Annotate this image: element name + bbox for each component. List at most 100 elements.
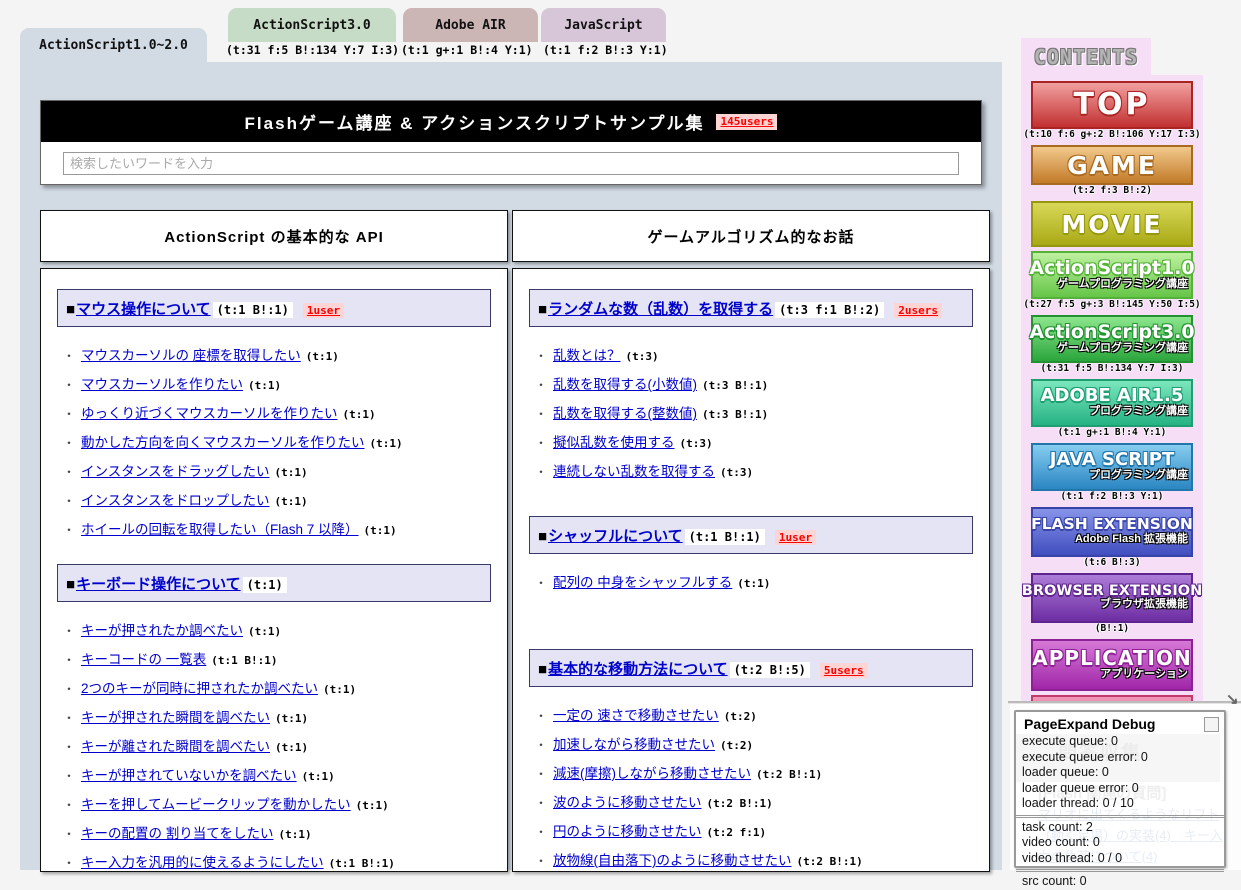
bullet-icon: ・ [535, 796, 547, 810]
topic-link[interactable]: インスタンスをドロップしたい [81, 493, 269, 508]
topic-link-row: ・2つのキーが同時に押されたか調べたい(t:1) [63, 674, 493, 703]
topic-link-row: ・波のように移動させたい (t:2 B!:1) [535, 788, 975, 817]
link-stats: (t:2 B!:1) [707, 797, 773, 810]
sidebar-button-label: MOVIE [1061, 212, 1162, 237]
topic-link[interactable]: 減速(摩擦)しながら移動させたい [553, 766, 751, 781]
topic-link[interactable]: キー入力を汎用的に使えるようにしたい [81, 855, 324, 870]
topic-link[interactable]: 連続しない乱数を取得する [553, 464, 715, 479]
topic-link[interactable]: 乱数を取得する(整数値) [553, 406, 697, 421]
sidebar-button-java-script[interactable]: JAVA SCRIPTプログラミング講座 [1031, 443, 1193, 491]
topic-link[interactable]: 円のように移動させたい [553, 824, 702, 839]
topic-link[interactable]: 配列の 中身をシャッフルする [553, 575, 732, 590]
sidebar-item: ActionScript3.0ゲームプログラミング講座(t:31 f:5 B!:… [1021, 315, 1203, 375]
sidebar-item: JAVA SCRIPTプログラミング講座(t:1 f:2 B!:3 Y:1) [1021, 443, 1203, 503]
topic-link[interactable]: キーコードの 一覧表 [81, 652, 206, 667]
hatena-users-badge[interactable]: 1user [775, 530, 816, 545]
sidebar-button-actionscript3-0[interactable]: ActionScript3.0ゲームプログラミング講座 [1031, 315, 1193, 363]
link-stats: (t:2 B!:1) [756, 768, 822, 781]
section-stats: (t:1) [243, 577, 287, 593]
tab-adobe-air[interactable]: Adobe AIR [403, 8, 538, 42]
topic-link[interactable]: マウスカーソルの 座標を取得したい [81, 348, 301, 363]
topic-link[interactable]: キーの配置の 割り当てをしたい [81, 826, 273, 841]
tab-label: ActionScript3.0 [253, 18, 370, 33]
link-stats: (t:1) [323, 683, 356, 696]
topic-link[interactable]: 擬似乱数を使用する [553, 435, 675, 450]
topic-link[interactable]: 2つのキーが同時に押されたか調べたい [81, 681, 318, 696]
topic-section: ■基本的な移動方法について(t:2 B!:5)5users・一定の 速さで移動さ… [527, 649, 975, 872]
sidebar-button-stats: (t:31 f:5 B!:134 Y:7 I:3) [1021, 363, 1203, 375]
link-stats: (t:1) [302, 770, 335, 783]
sidebar-button-actionscript1-0[interactable]: ActionScript1.0ゲームプログラミング講座 [1031, 251, 1193, 299]
debug-row: loader queue: 0 [1016, 765, 1224, 781]
sidebar: CONTENTS TOP(t:10 f:6 g+:2 B!:106 Y:17 I… [1021, 38, 1203, 703]
hatena-users-badge[interactable]: 2users [894, 303, 942, 318]
bullet-icon: ・ [63, 711, 75, 725]
topic-link[interactable]: 波のように移動させたい [553, 795, 702, 810]
topic-link-row: ・ゆっくり近づくマウスカーソルを作りたい(t:1) [63, 399, 493, 428]
topic-link[interactable]: 動かした方向を向くマウスカーソルを作りたい [81, 435, 365, 450]
section-link[interactable]: 基本的な移動方法について [548, 661, 728, 678]
sidebar-button-flash-extension[interactable]: FLASH EXTENSIONAdobe Flash 拡張機能 [1031, 507, 1193, 557]
topic-link[interactable]: 乱数を取得する(小数値) [553, 377, 697, 392]
sidebar-button-top[interactable]: TOP [1031, 81, 1193, 129]
hatena-users-badge[interactable]: 145users [716, 114, 777, 130]
tab-stats: (t:1 f:2 B!:3 Y:1) [543, 43, 668, 59]
hatena-users-badge[interactable]: 1user [303, 303, 344, 318]
link-stats: (t:3) [680, 437, 713, 450]
section-link[interactable]: マウス操作について [76, 301, 211, 318]
topic-link-row: ・キーを押してムービークリップを動かしたい(t:1) [63, 790, 493, 819]
contents-header: CONTENTS [1021, 38, 1151, 75]
topic-link-row: ・キーが押されていないかを調べたい(t:1) [63, 761, 493, 790]
tab-label: Adobe AIR [435, 18, 505, 33]
sidebar-button-movie[interactable]: MOVIE [1031, 201, 1193, 247]
search-input[interactable] [63, 152, 959, 175]
bullet-icon: ・ [63, 523, 75, 537]
section-heading: ■基本的な移動方法について(t:2 B!:5)5users [529, 649, 973, 687]
tab-actionscript1-2-active[interactable]: ActionScript1.0~2.0 [20, 28, 207, 62]
topic-link[interactable]: キーを押してムービークリップを動かしたい [81, 797, 351, 812]
sidebar-button-game[interactable]: GAME [1031, 145, 1193, 185]
section-link[interactable]: キーボード操作について [76, 576, 241, 593]
topic-link[interactable]: 一定の 速さで移動させたい [553, 708, 719, 723]
hatena-users-badge[interactable]: 5users [820, 663, 868, 678]
topic-link-row: ・配列の 中身をシャッフルする(t:1) [535, 568, 975, 597]
sidebar-button-browser-extension[interactable]: BROWSER EXTENSIONブラウザ拡張機能 [1031, 573, 1193, 623]
topic-link-row: ・放物線(自由落下)のように移動させたい(t:2 B!:1) [535, 846, 975, 872]
bullet-icon: ・ [535, 407, 547, 421]
topic-link[interactable]: ゆっくり近づくマウスカーソルを作りたい [81, 406, 338, 421]
link-stats: (t:3 B!:1) [702, 379, 768, 392]
tab-stats: (t:1 g+:1 B!:4 Y:1) [401, 43, 533, 59]
tab-actionscript3[interactable]: ActionScript3.0 [228, 8, 396, 42]
topic-link[interactable]: キーが押されたか調べたい [81, 623, 243, 638]
topic-link[interactable]: ホイールの回転を取得したい（Flash 7 以降） [81, 522, 359, 537]
link-stats: (t:1) [275, 741, 308, 754]
sidebar-button-subtitle: プログラミング講座 [1089, 470, 1188, 481]
topic-link[interactable]: キーが離された瞬間を調べたい [81, 739, 270, 754]
sidebar-button-label: ActionScript1.0 [1029, 259, 1194, 278]
link-stats: (t:2) [720, 739, 753, 752]
topic-link-row: ・インスタンスをドロップしたい(t:1) [63, 486, 493, 515]
sidebar-button-application[interactable]: APPLICATIONアプリケーション [1031, 639, 1193, 691]
section-link[interactable]: ランダムな数（乱数）を取得する [548, 301, 773, 318]
sidebar-button-adobe-air1-5[interactable]: ADOBE AIR1.5プログラミング講座 [1031, 379, 1193, 427]
main-content-area: Flashゲーム講座 & アクションスクリプトサンプル集 145users Ac… [20, 62, 1002, 870]
debug-panel-checkbox[interactable] [1204, 717, 1219, 732]
topic-link[interactable]: 加速しながら移動させたい [553, 737, 715, 752]
topic-link[interactable]: キーが押された瞬間を調べたい [81, 710, 270, 725]
tab-javascript[interactable]: JavaScript [541, 8, 666, 42]
topic-link-list: ・乱数とは？(t:3)・乱数を取得する(小数値)(t:3 B!:1)・乱数を取得… [527, 341, 975, 486]
section-link[interactable]: シャッフルについて [548, 528, 683, 545]
section-stats: (t:1 B!:1) [213, 302, 293, 318]
topic-link-row: ・一定の 速さで移動させたい(t:2) [535, 701, 975, 730]
sidebar-button-label: ActionScript3.0 [1029, 323, 1194, 342]
link-stats: (t:3) [626, 350, 659, 363]
horizontal-divider [1008, 701, 1241, 703]
sidebar-button-subtitle: ゲームプログラミング講座 [1057, 343, 1188, 354]
topic-link[interactable]: キーが押されていないかを調べたい [81, 768, 297, 783]
topic-link[interactable]: インスタンスをドラッグしたい [81, 464, 269, 479]
sidebar-button-stats: (B!:1) [1021, 623, 1203, 635]
sidebar-item: ActionScript1.0ゲームプログラミング講座(t:27 f:5 g+:… [1021, 251, 1203, 311]
topic-link[interactable]: 放物線(自由落下)のように移動させたい [553, 853, 792, 868]
topic-link[interactable]: 乱数とは？ [553, 348, 621, 363]
topic-link[interactable]: マウスカーソルを作りたい [81, 377, 243, 392]
